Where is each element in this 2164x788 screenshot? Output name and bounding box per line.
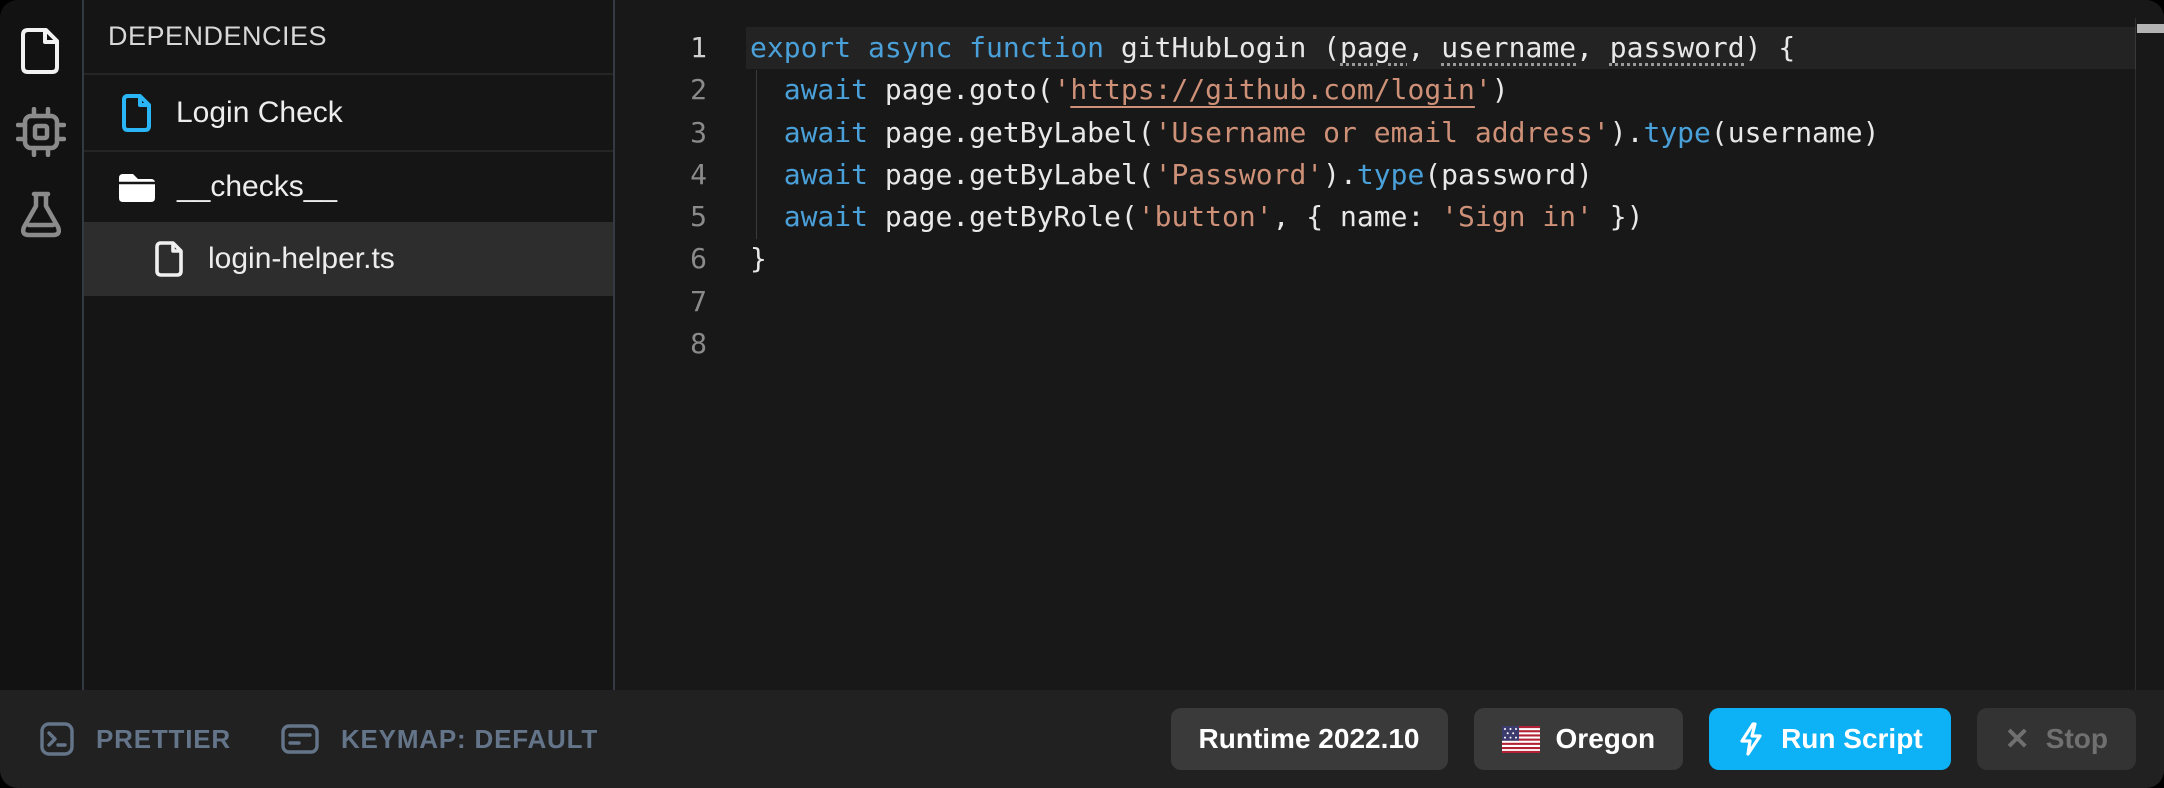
keymap-label: KEYMAP: DEFAULT [341,724,598,755]
line-number: 5 [617,196,707,238]
stop-button[interactable]: ✕ Stop [1977,708,2136,770]
terminal-icon [40,722,74,756]
tree-item-label: login-helper.ts [208,242,395,276]
rail-runtime-button[interactable] [0,96,82,168]
region-button[interactable]: Oregon [1474,708,1684,770]
line-number-gutter: 12345678 [617,27,707,365]
cpu-icon [16,107,66,157]
icon-rail [0,0,82,690]
code-content[interactable]: export async function gitHubLogin (page,… [746,27,2136,365]
code-line[interactable]: export async function gitHubLogin (page,… [746,27,2136,69]
code-line[interactable] [746,281,2136,323]
dependencies-header: DEPENDENCIES [84,0,613,73]
rail-tests-button[interactable] [0,178,82,250]
scrollbar-thumb[interactable] [2137,24,2164,33]
line-number: 6 [617,238,707,280]
code-line[interactable]: } [746,238,2136,280]
line-number: 2 [617,69,707,111]
keymap-icon [281,724,319,754]
flask-icon [17,189,65,239]
line-number: 1 [617,27,707,69]
stop-label: Stop [2046,723,2108,755]
tree-item-label: Login Check [176,96,343,130]
tree-item-login-helper[interactable]: login-helper.ts [84,222,613,296]
dependencies-panel: DEPENDENCIES Login Check __checks__ [82,0,615,690]
tree-item-login-check[interactable]: Login Check [84,75,613,150]
line-number: 4 [617,154,707,196]
run-script-button[interactable]: Run Script [1709,708,1951,770]
prettier-status[interactable]: PRETTIER [40,722,231,756]
indent-guide [756,70,757,239]
code-editor[interactable]: 12345678 export async function gitHubLog… [617,0,2164,690]
tree-folder-label: __checks__ [177,170,337,204]
code-line[interactable]: await page.goto('https://github.com/logi… [746,69,2136,111]
file-icon [18,25,64,75]
runtime-label: Runtime 2022.10 [1199,723,1420,755]
lightning-icon [1737,722,1765,756]
scrollbar-track [2135,18,2136,690]
tree-folder-checks[interactable]: __checks__ [84,152,613,222]
close-icon: ✕ [2005,722,2030,757]
file-icon [154,240,186,278]
run-script-label: Run Script [1781,723,1923,755]
region-label: Oregon [1556,723,1656,755]
code-line[interactable]: await page.getByLabel('Username or email… [746,112,2136,154]
runtime-button[interactable]: Runtime 2022.10 [1171,708,1448,770]
folder-icon [117,172,155,202]
code-line[interactable] [746,323,2136,365]
line-number: 8 [617,323,707,365]
status-bar: PRETTIER KEYMAP: DEFAULT Runtime 2022.10 [0,690,2164,788]
line-number: 7 [617,281,707,323]
us-flag-icon [1502,726,1540,753]
code-line[interactable]: await page.getByRole('button', { name: '… [746,196,2136,238]
file-icon-blue [120,93,154,133]
prettier-label: PRETTIER [96,724,231,755]
rail-files-button[interactable] [0,14,82,86]
app-window: DEPENDENCIES Login Check __checks__ [0,0,2164,788]
keymap-status[interactable]: KEYMAP: DEFAULT [281,724,598,755]
line-number: 3 [617,112,707,154]
code-line[interactable]: await page.getByLabel('Password').type(p… [746,154,2136,196]
